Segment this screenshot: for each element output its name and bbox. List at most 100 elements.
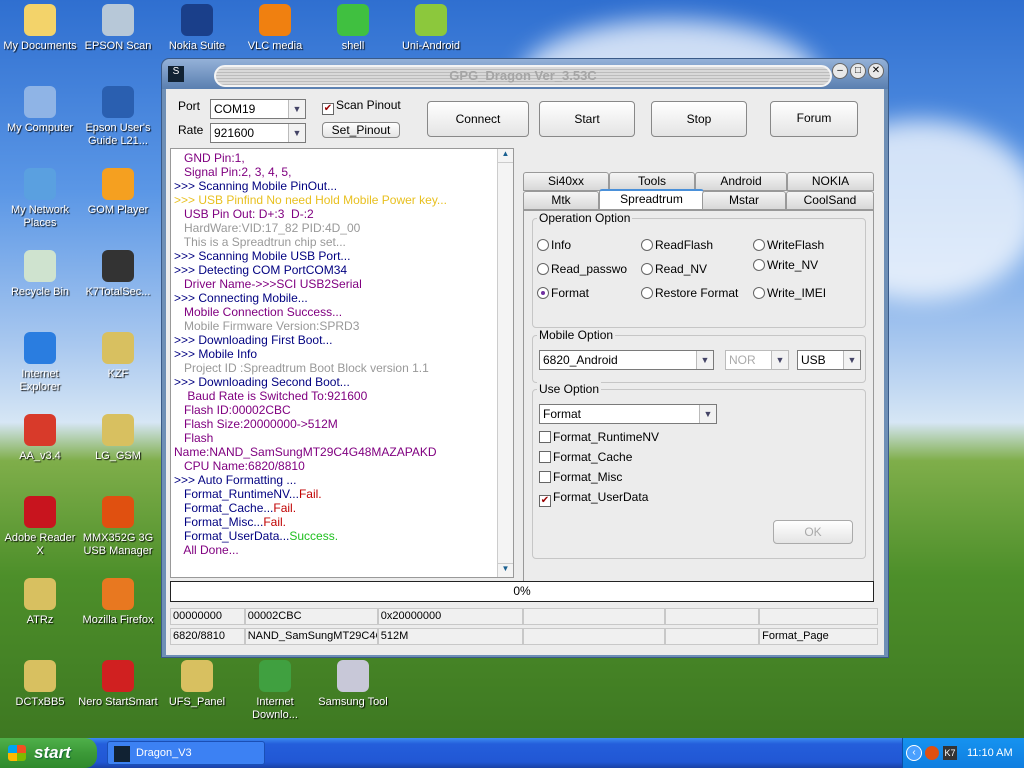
- desktop-icon[interactable]: Epson User's Guide L21...: [78, 82, 158, 148]
- mmx-tray-icon[interactable]: [925, 746, 939, 760]
- checkbox-format-runtimenv[interactable]: Format_RuntimeNV: [539, 430, 659, 444]
- start-button[interactable]: Start: [539, 101, 635, 137]
- log-line: Flash ID:00002CBC: [171, 403, 513, 417]
- radio-format[interactable]: Format: [537, 286, 589, 300]
- desktop-icon[interactable]: Internet Downlo...: [235, 656, 315, 722]
- checkbox-unchecked-icon: [539, 471, 551, 483]
- log-scrollbar[interactable]: ▲ ▼: [497, 149, 513, 577]
- scroll-down-icon[interactable]: ▼: [498, 563, 513, 577]
- tab-mstar[interactable]: Mstar: [702, 191, 786, 210]
- desktop-icon[interactable]: K7TotalSec...: [78, 246, 158, 299]
- stop-button[interactable]: Stop: [651, 101, 747, 137]
- chevron-down-icon: ▼: [696, 351, 713, 369]
- desktop-icon[interactable]: EPSON Scan: [78, 0, 158, 53]
- start-button[interactable]: start: [0, 738, 97, 768]
- radio-readflash[interactable]: ReadFlash: [641, 238, 713, 252]
- desktop-icon[interactable]: VLC media: [235, 0, 315, 53]
- log-segment: Format_Cache...: [174, 501, 274, 515]
- log-segment: Fail.: [263, 515, 287, 529]
- forum-button[interactable]: Forum: [770, 101, 858, 137]
- radio-writeflash[interactable]: WriteFlash: [753, 238, 824, 252]
- connect-button[interactable]: Connect: [427, 101, 529, 137]
- desktop-icon[interactable]: LG_GSM: [78, 410, 158, 463]
- desktop-icon[interactable]: DCTxBB5: [0, 656, 80, 709]
- radio-read-nv[interactable]: Read_NV: [641, 262, 707, 276]
- desktop-icon[interactable]: UFS_Panel: [157, 656, 237, 709]
- desktop-icon[interactable]: shell: [313, 0, 393, 53]
- desktop-icon[interactable]: Recycle Bin: [0, 246, 80, 299]
- radio-write-nv[interactable]: Write_NV: [753, 258, 818, 272]
- mobile-option-group: Mobile Option 6820_Android ▼ NOR ▼ USB ▼: [532, 328, 866, 383]
- desktop-icon[interactable]: GOM Player: [78, 164, 158, 217]
- connection-select[interactable]: USB ▼: [797, 350, 861, 370]
- log-segment: Name:NAND_SamSungMT29C4G48MAZAPAKD: [174, 445, 437, 459]
- title-bar[interactable]: S GPG_Dragon Ver_3.53C – □ ✕: [162, 59, 888, 89]
- tab-android[interactable]: Android: [695, 172, 787, 191]
- chevron-down-icon: ▼: [288, 124, 305, 142]
- status-cell: [664, 628, 760, 645]
- close-button[interactable]: ✕: [868, 63, 884, 79]
- mobile-model-select[interactable]: 6820_Android ▼: [539, 350, 714, 370]
- log-output[interactable]: GND Pin:1, Signal Pin:2, 3, 4, 5, >>> Sca…: [170, 148, 514, 578]
- rate-select[interactable]: 921600 ▼: [210, 123, 306, 143]
- desktop-icon[interactable]: My Network Places: [0, 164, 80, 230]
- use-option-select[interactable]: Format ▼: [539, 404, 717, 424]
- log-line: >>> Scanning Mobile USB Port...: [171, 249, 513, 263]
- log-segment: GND Pin:1,: [174, 151, 245, 165]
- tab-nokia[interactable]: NOKIA: [787, 172, 874, 191]
- desktop-icon[interactable]: My Computer: [0, 82, 80, 135]
- tab-mtk[interactable]: Mtk: [523, 191, 599, 210]
- minimize-button[interactable]: –: [832, 63, 848, 79]
- checkbox-format-misc[interactable]: Format_Misc: [539, 470, 622, 484]
- desktop-icon[interactable]: Samsung Tool: [313, 656, 393, 709]
- show-hidden-icons-icon[interactable]: ‹: [906, 745, 922, 761]
- radio-restore-format[interactable]: Restore Format: [641, 286, 738, 300]
- log-line: >>> Scanning Mobile PinOut...: [171, 179, 513, 193]
- tab-coolsand[interactable]: CoolSand: [786, 191, 874, 210]
- port-select[interactable]: COM19 ▼: [210, 99, 306, 119]
- desktop-icon[interactable]: MMX352G 3G USB Manager: [78, 492, 158, 558]
- desktop-icon[interactable]: KZF: [78, 328, 158, 381]
- desktop-icon[interactable]: Nero StartSmart: [78, 656, 158, 709]
- maximize-button[interactable]: □: [850, 63, 866, 79]
- scan-pinout-checkbox[interactable]: ✔ Scan Pinout: [322, 98, 401, 115]
- checkbox-format-cache[interactable]: Format_Cache: [539, 450, 632, 464]
- checkbox-format-userdata[interactable]: ✔ Format_UserData: [539, 490, 648, 507]
- scroll-up-icon[interactable]: ▲: [498, 149, 513, 163]
- checkbox-label: Format_Cache: [553, 450, 633, 464]
- radio-label: ReadFlash: [655, 238, 714, 252]
- radio-label: WriteFlash: [767, 238, 825, 252]
- chevron-down-icon: ▼: [843, 351, 860, 369]
- log-segment: Format_Misc...: [174, 515, 264, 529]
- phone-tool-icon: [24, 578, 56, 610]
- desktop-icon[interactable]: ATRz: [0, 574, 80, 627]
- desktop-icon[interactable]: My Documents: [0, 0, 80, 53]
- desktop-icon[interactable]: AA_v3.4: [0, 410, 80, 463]
- log-line: >>> Connecting Mobile...: [171, 291, 513, 305]
- radio-write-imei[interactable]: Write_IMEI: [753, 286, 826, 300]
- desktop-icon[interactable]: Mozilla Firefox: [78, 574, 158, 627]
- radio-info[interactable]: Info: [537, 238, 571, 252]
- log-segment: >>> Downloading Second Boot...: [174, 375, 350, 389]
- status-cell: [523, 628, 665, 645]
- desktop-icon[interactable]: Nokia Suite: [157, 0, 237, 53]
- set-pinout-button[interactable]: Set_Pinout: [322, 122, 400, 138]
- radio-label: Write_IMEI: [767, 286, 827, 300]
- taskbar-item-dragon[interactable]: Dragon_V3: [107, 741, 265, 765]
- radio-circle-icon: [537, 239, 549, 251]
- k7-tray-icon[interactable]: K7: [943, 746, 957, 760]
- radio-circle-icon: [641, 263, 653, 275]
- radio-read-passwo[interactable]: Read_passwo: [537, 262, 627, 276]
- dragon-app-icon: S: [168, 66, 184, 82]
- radio-label: Format: [551, 286, 590, 300]
- tab-si40xx[interactable]: Si40xx: [523, 172, 609, 191]
- desktop-icon[interactable]: Adobe Reader X: [0, 492, 80, 558]
- play-icon: [337, 4, 369, 36]
- radio-label: Restore Format: [655, 286, 739, 300]
- desktop-icon[interactable]: Internet Explorer: [0, 328, 80, 394]
- desktop-icon-label: Epson User's Guide L21...: [85, 122, 151, 147]
- tab-spreadtrum[interactable]: Spreadtrum: [599, 189, 704, 210]
- log-line: Baud Rate is Switched To:921600: [171, 389, 513, 403]
- desktop-icon[interactable]: Uni-Android: [391, 0, 471, 53]
- clock[interactable]: 11:10 AM: [967, 738, 1013, 768]
